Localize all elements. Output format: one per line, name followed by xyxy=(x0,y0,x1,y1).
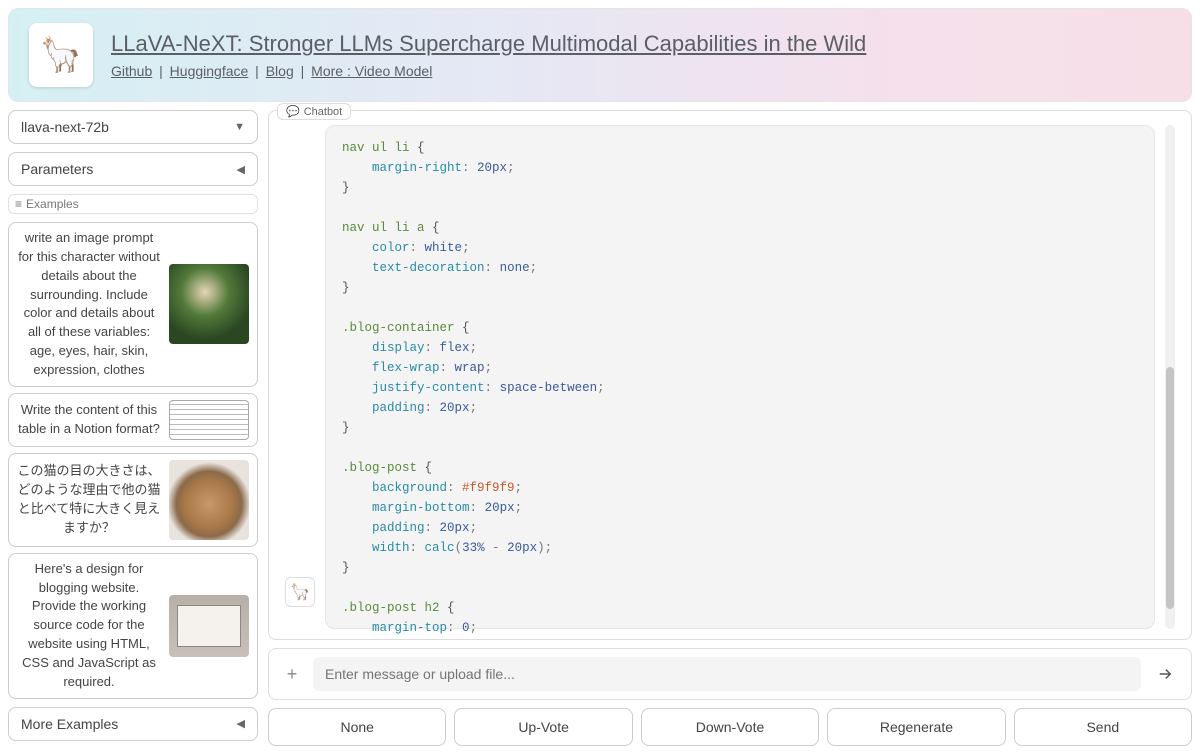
upload-button[interactable]: + xyxy=(281,663,303,685)
list-icon: ≡ xyxy=(15,197,22,211)
send-button[interactable]: Send xyxy=(1014,708,1192,746)
example-thumbnail xyxy=(169,400,249,440)
example-thumbnail xyxy=(169,595,249,657)
bot-avatar: 🦙 xyxy=(285,577,315,607)
message-input[interactable] xyxy=(313,657,1141,691)
sidebar: llava-next-72b ▼ Parameters ◀ ≡ Examples… xyxy=(8,110,258,746)
page-title[interactable]: LLaVA-NeXT: Stronger LLMs Supercharge Mu… xyxy=(111,31,866,57)
code-block: nav ul li { margin-right: 20px; } nav ul… xyxy=(342,138,1138,639)
example-text: write an image prompt for this character… xyxy=(17,229,161,380)
header-link[interactable]: Huggingface xyxy=(170,63,249,79)
none-button[interactable]: None xyxy=(268,708,446,746)
example-thumbnail xyxy=(169,264,249,344)
chat-icon: 💬 xyxy=(286,105,300,118)
header-banner: 🦙 LLaVA-NeXT: Stronger LLMs Supercharge … xyxy=(8,8,1192,102)
up-vote-button[interactable]: Up-Vote xyxy=(454,708,632,746)
parameters-accordion[interactable]: Parameters ◀ xyxy=(8,152,258,186)
header-link[interactable]: More : Video Model xyxy=(311,63,432,79)
header-link[interactable]: Blog xyxy=(266,63,294,79)
message-input-row: + xyxy=(268,648,1192,700)
app-logo: 🦙 xyxy=(29,23,93,87)
action-button-row: NoneUp-VoteDown-VoteRegenerateSend xyxy=(268,708,1192,746)
model-select[interactable]: llava-next-72b ▼ xyxy=(8,110,258,144)
header-links: Github | Huggingface | Blog | More : Vid… xyxy=(111,63,866,79)
example-item[interactable]: write an image prompt for this character… xyxy=(8,222,258,387)
more-examples-accordion[interactable]: More Examples ◀ xyxy=(8,707,258,741)
assistant-message: nav ul li { margin-right: 20px; } nav ul… xyxy=(325,125,1155,629)
chatbot-label: 💬 Chatbot xyxy=(277,103,351,120)
example-item[interactable]: この猫の目の大きさは、どのような理由で他の猫と比べて特に大きく見えますか？ xyxy=(8,453,258,547)
scrollbar[interactable] xyxy=(1165,125,1175,629)
model-select-value: llava-next-72b xyxy=(21,119,109,135)
more-examples-label: More Examples xyxy=(21,716,118,732)
send-icon[interactable] xyxy=(1151,665,1179,683)
regenerate-button[interactable]: Regenerate xyxy=(827,708,1005,746)
down-vote-button[interactable]: Down-Vote xyxy=(641,708,819,746)
chatbot-panel: 💬 Chatbot 🦙 nav ul li { margin-right: 20… xyxy=(268,110,1192,640)
example-thumbnail xyxy=(169,460,249,540)
chevron-down-icon: ▼ xyxy=(234,121,245,133)
header-link[interactable]: Github xyxy=(111,63,152,79)
example-text: Write the content of this table in a Not… xyxy=(17,401,161,439)
example-item[interactable]: Here's a design for blogging website. Pr… xyxy=(8,553,258,699)
example-text: この猫の目の大きさは、どのような理由で他の猫と比べて特に大きく見えますか？ xyxy=(17,462,161,537)
chevron-left-icon: ◀ xyxy=(237,163,245,176)
example-text: Here's a design for blogging website. Pr… xyxy=(17,560,161,692)
parameters-label: Parameters xyxy=(21,161,93,177)
chevron-left-icon: ◀ xyxy=(237,717,245,730)
examples-header: ≡ Examples xyxy=(8,194,258,214)
example-item[interactable]: Write the content of this table in a Not… xyxy=(8,393,258,447)
